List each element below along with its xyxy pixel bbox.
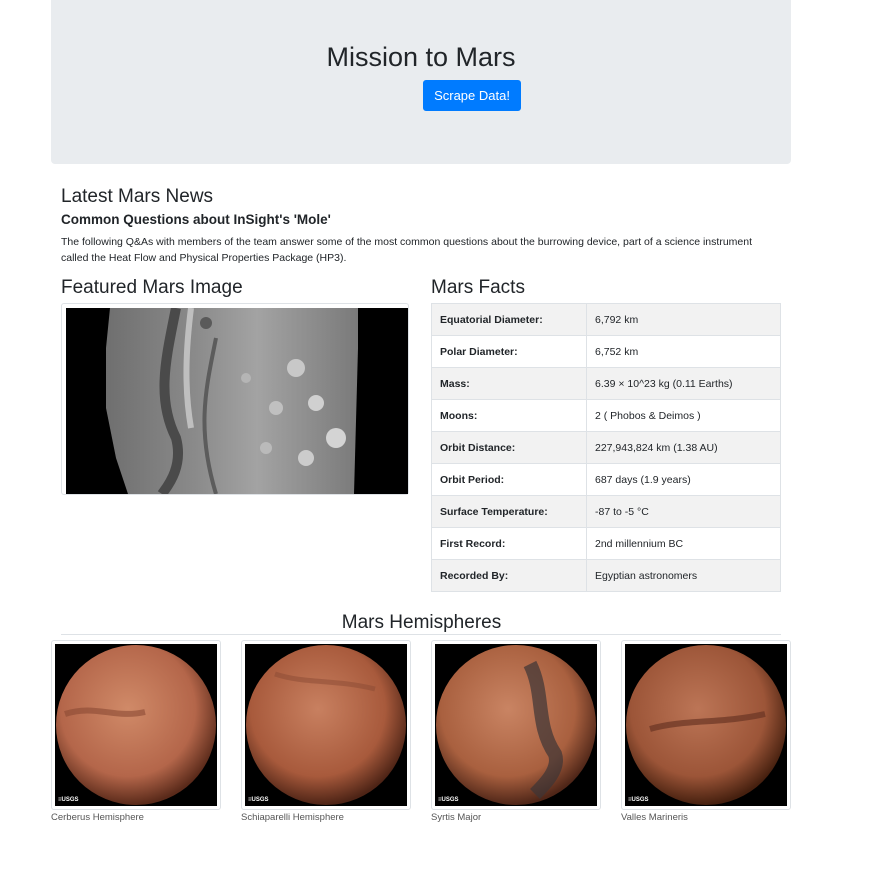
fact-value: 6,752 km bbox=[586, 335, 781, 368]
hemisphere-image[interactable]: ≡USGS bbox=[435, 644, 597, 806]
hemisphere-card[interactable]: ≡USGS bbox=[241, 640, 411, 810]
hemisphere-caption: Schiaparelli Hemisphere bbox=[241, 812, 344, 823]
table-row: Polar Diameter: 6,752 km bbox=[431, 335, 781, 368]
usgs-logo: ≡USGS bbox=[58, 797, 79, 803]
fact-label: Polar Diameter: bbox=[431, 335, 587, 368]
fact-value: 2 ( Phobos & Deimos ) bbox=[586, 399, 781, 432]
hemisphere-image[interactable]: ≡USGS bbox=[245, 644, 407, 806]
jumbotron: Mission to Mars Scrape Data! bbox=[51, 0, 791, 164]
fact-value: Egyptian astronomers bbox=[586, 559, 781, 592]
latest-news-heading: Latest Mars News bbox=[61, 186, 214, 207]
featured-mars-image bbox=[66, 308, 408, 494]
hemisphere-card[interactable]: ≡USGS bbox=[621, 640, 791, 810]
usgs-logo: ≡USGS bbox=[248, 797, 269, 803]
fact-label: Orbit Distance: bbox=[431, 431, 587, 464]
fact-label: Mass: bbox=[431, 367, 587, 400]
fact-label: Orbit Period: bbox=[431, 463, 587, 496]
hemisphere-card[interactable]: ≡USGS bbox=[51, 640, 221, 810]
table-row: Surface Temperature: -87 to -5 °C bbox=[431, 495, 781, 528]
featured-image-heading: Featured Mars Image bbox=[61, 277, 243, 298]
hemisphere-image[interactable]: ≡USGS bbox=[55, 644, 217, 806]
hemisphere-caption: Valles Marineris bbox=[621, 812, 688, 823]
hemisphere-caption: Syrtis Major bbox=[431, 812, 482, 823]
page-title: Mission to Mars bbox=[326, 42, 516, 72]
table-row: Orbit Distance: 227,943,824 km (1.38 AU) bbox=[431, 431, 781, 464]
hemisphere-caption: Cerberus Hemisphere bbox=[51, 812, 144, 823]
fact-value: -87 to -5 °C bbox=[586, 495, 781, 528]
fact-label: Moons: bbox=[431, 399, 587, 432]
fact-value: 687 days (1.9 years) bbox=[586, 463, 781, 496]
fact-label: Equatorial Diameter: bbox=[431, 303, 587, 336]
mars-facts-heading: Mars Facts bbox=[431, 277, 525, 298]
table-row: Orbit Period: 687 days (1.9 years) bbox=[431, 463, 781, 496]
fact-value: 2nd millennium BC bbox=[586, 527, 781, 560]
fact-value: 6.39 × 10^23 kg (0.11 Earths) bbox=[586, 367, 781, 400]
table-row: Equatorial Diameter: 6,792 km bbox=[431, 303, 781, 336]
hemisphere-card[interactable]: ≡USGS bbox=[431, 640, 601, 810]
news-title: Common Questions about InSight's 'Mole' bbox=[61, 212, 331, 227]
table-row: Moons: 2 ( Phobos & Deimos ) bbox=[431, 399, 781, 432]
table-row: Mass: 6.39 × 10^23 kg (0.11 Earths) bbox=[431, 367, 781, 400]
usgs-logo: ≡USGS bbox=[438, 797, 459, 803]
featured-image-frame bbox=[61, 303, 409, 495]
divider bbox=[61, 634, 781, 635]
fact-value: 227,943,824 km (1.38 AU) bbox=[586, 431, 781, 464]
news-paragraph: The following Q&As with members of the t… bbox=[61, 236, 752, 264]
fact-label: Surface Temperature: bbox=[431, 495, 587, 528]
table-row: Recorded By: Egyptian astronomers bbox=[431, 559, 781, 592]
hemisphere-image[interactable]: ≡USGS bbox=[625, 644, 787, 806]
fact-value: 6,792 km bbox=[586, 303, 781, 336]
fact-label: First Record: bbox=[431, 527, 587, 560]
table-row: First Record: 2nd millennium BC bbox=[431, 527, 781, 560]
fact-label: Recorded By: bbox=[431, 559, 587, 592]
hemispheres-heading: Mars Hemispheres bbox=[341, 612, 502, 633]
scrape-data-button[interactable]: Scrape Data! bbox=[423, 80, 521, 111]
usgs-logo: ≡USGS bbox=[628, 797, 649, 803]
mars-facts-table: Equatorial Diameter: 6,792 km Polar Diame… bbox=[431, 303, 781, 592]
